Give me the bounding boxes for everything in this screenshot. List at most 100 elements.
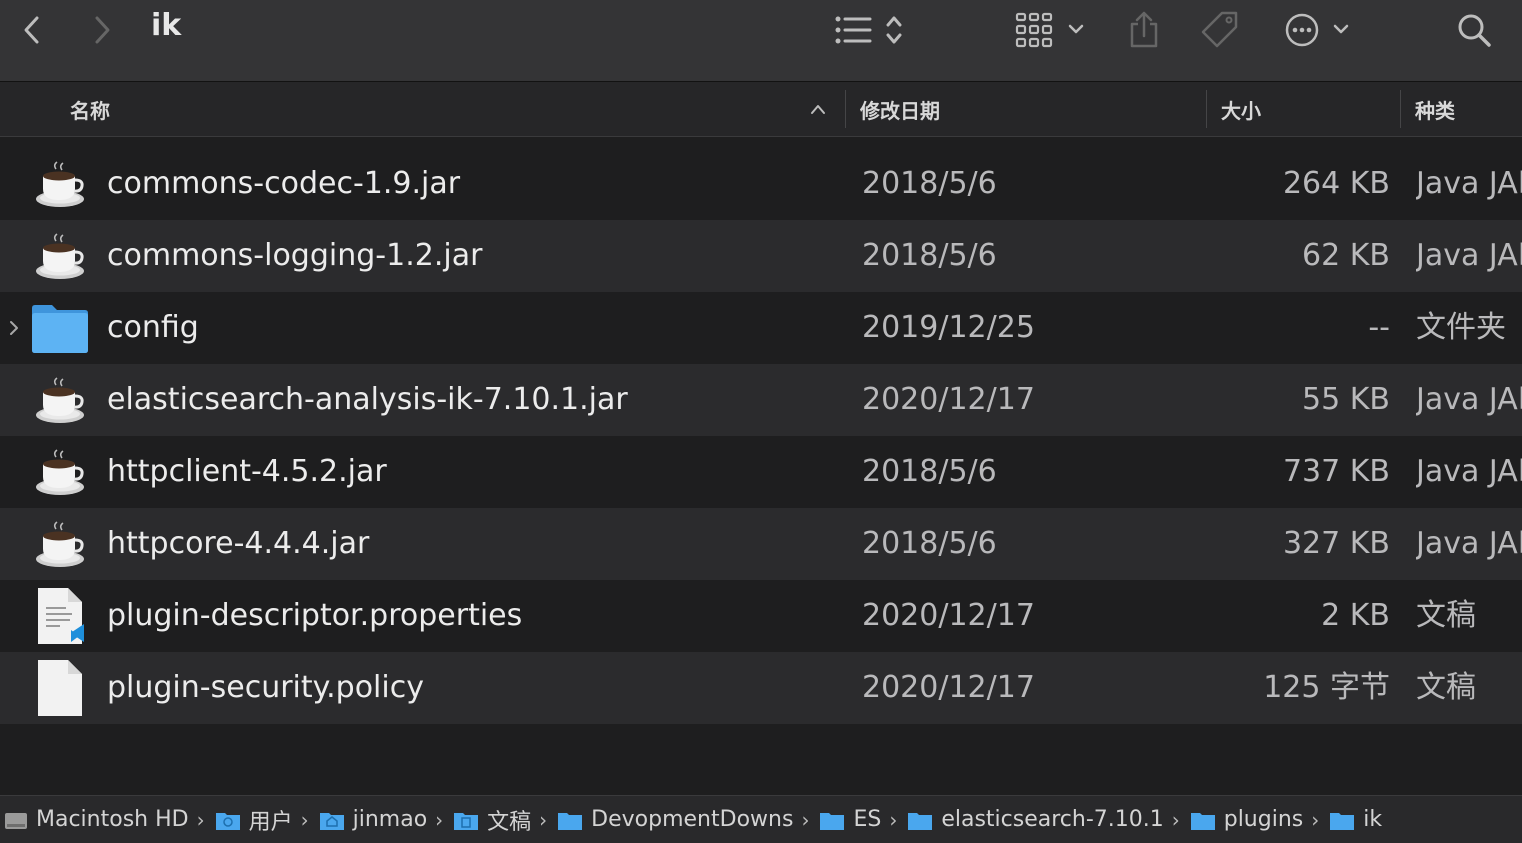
file-name[interactable]: commons-logging-1.2.jar: [107, 220, 482, 292]
search-icon: [1458, 14, 1491, 47]
tag-button[interactable]: [1198, 0, 1242, 60]
file-kind: Java JAR: [1416, 526, 1522, 561]
file-kind: 文件夹: [1416, 310, 1506, 345]
file-row[interactable]: httpcore-4.4.4.jar 2018/5/6 327 KB Java …: [0, 508, 1522, 580]
file-size: 327 KB: [1282, 526, 1390, 561]
chevron-right-icon: [95, 16, 110, 44]
blank-document-icon: [38, 660, 82, 716]
path-label: Macintosh HD: [36, 807, 189, 832]
path-item[interactable]: plugins ›: [1190, 807, 1330, 832]
properties-file-icon: [38, 588, 84, 644]
file-date: 2020/12/17: [862, 382, 1035, 417]
file-row[interactable]: plugin-descriptor.properties 2020/12/17 …: [0, 580, 1522, 652]
path-label: ik: [1363, 807, 1383, 832]
column-name[interactable]: 名称: [70, 82, 110, 136]
more-actions-icon: [1285, 13, 1349, 47]
search-button[interactable]: [1454, 0, 1494, 60]
column-divider[interactable]: [1206, 90, 1207, 128]
users-folder-icon: [215, 812, 240, 830]
column-size[interactable]: 大小: [1221, 82, 1261, 136]
list-view-icon: [835, 16, 902, 44]
path-item[interactable]: ES ›: [819, 807, 907, 832]
file-name[interactable]: plugin-security.policy: [107, 652, 424, 724]
column-divider[interactable]: [1400, 90, 1401, 128]
file-row[interactable]: config 2019/12/25 -- 文件夹: [0, 292, 1522, 364]
file-row[interactable]: commons-logging-1.2.jar 2018/5/6 62 KB J…: [0, 220, 1522, 292]
group-button[interactable]: [1012, 0, 1088, 60]
sort-ascending-icon: [811, 105, 825, 114]
file-row[interactable]: httpclient-4.5.2.jar 2018/5/6 737 KB Jav…: [0, 436, 1522, 508]
grid-group-icon: [1015, 12, 1084, 48]
column-divider[interactable]: [845, 90, 846, 128]
folder-icon: [908, 812, 933, 830]
share-button[interactable]: [1124, 0, 1164, 60]
file-row[interactable]: commons-codec-1.9.jar 2018/5/6 264 KB Ja…: [0, 148, 1522, 220]
share-icon: [1130, 11, 1158, 48]
java-jar-icon: [36, 233, 84, 279]
tag-icon: [1201, 11, 1238, 48]
file-size: 55 KB: [1302, 382, 1390, 417]
disclosure-triangle-icon[interactable]: [6, 316, 22, 340]
path-item[interactable]: 文稿 ›: [453, 804, 557, 836]
file-size: --: [1368, 310, 1390, 345]
forward-button[interactable]: [84, 0, 120, 60]
file-size: 737 KB: [1282, 454, 1390, 489]
path-item[interactable]: jinmao ›: [319, 807, 454, 832]
column-header: 名称 修改日期 大小 种类: [0, 82, 1522, 137]
file-size: 125 字节: [1263, 670, 1390, 705]
file-name[interactable]: config: [107, 292, 199, 364]
java-jar-icon: [36, 161, 84, 207]
window-title: ik: [151, 8, 182, 43]
path-label: ES: [853, 807, 882, 832]
home-folder-icon: [319, 812, 344, 830]
file-date: 2018/5/6: [862, 166, 997, 201]
path-item[interactable]: elasticsearch-7.10.1 ›: [907, 807, 1189, 832]
file-name[interactable]: elasticsearch-analysis-ik-7.10.1.jar: [107, 364, 628, 436]
java-jar-icon: [36, 521, 84, 567]
file-row[interactable]: plugin-security.policy 2020/12/17 125 字节…: [0, 652, 1522, 724]
path-item[interactable]: ik: [1329, 807, 1382, 832]
path-label: 文稿: [487, 809, 532, 835]
file-date: 2020/12/17: [862, 670, 1035, 705]
file-date: 2018/5/6: [862, 526, 997, 561]
file-name[interactable]: httpcore-4.4.4.jar: [107, 508, 369, 580]
java-jar-icon: [36, 449, 84, 495]
action-button[interactable]: [1282, 0, 1358, 60]
file-kind: Java JAR: [1416, 166, 1522, 201]
toolbar: ik: [0, 0, 1522, 82]
path-item[interactable]: Macintosh HD ›: [4, 807, 215, 832]
file-name[interactable]: commons-codec-1.9.jar: [107, 148, 460, 220]
file-kind: 文稿: [1416, 670, 1476, 705]
file-row[interactable]: elasticsearch-analysis-ik-7.10.1.jar 202…: [0, 364, 1522, 436]
file-size: 2 KB: [1321, 598, 1390, 633]
path-item[interactable]: 用户 ›: [215, 804, 319, 836]
hard-drive-icon: [5, 812, 27, 829]
folder-icon: [820, 812, 845, 830]
file-date: 2020/12/17: [862, 598, 1035, 633]
folder-icon: [32, 305, 88, 353]
file-kind: Java JAR: [1416, 238, 1522, 273]
path-label: plugins: [1223, 807, 1304, 832]
back-button[interactable]: [14, 0, 50, 60]
file-kind: Java JAR: [1416, 454, 1522, 489]
path-label: 用户: [248, 809, 293, 835]
path-label: elasticsearch-7.10.1: [941, 807, 1164, 832]
file-date: 2019/12/25: [862, 310, 1035, 345]
file-date: 2018/5/6: [862, 238, 997, 273]
view-options-button[interactable]: [832, 0, 912, 60]
documents-folder-icon: [454, 812, 479, 830]
path-item[interactable]: DevopmentDowns ›: [557, 807, 819, 832]
file-size: 264 KB: [1282, 166, 1390, 201]
file-kind: 文稿: [1416, 598, 1476, 633]
column-kind[interactable]: 种类: [1415, 82, 1455, 136]
file-list: commons-codec-1.9.jar 2018/5/6 264 KB Ja…: [0, 148, 1522, 724]
folder-icon: [1190, 812, 1215, 830]
path-bar: Macintosh HD › 用户 › jinmao › 文稿 › DevopmentD…: [0, 795, 1522, 843]
file-name[interactable]: plugin-descriptor.properties: [107, 580, 522, 652]
file-date: 2018/5/6: [862, 454, 997, 489]
file-kind: Java JAR: [1416, 382, 1522, 417]
file-name[interactable]: httpclient-4.5.2.jar: [107, 436, 387, 508]
column-date[interactable]: 修改日期: [860, 82, 940, 136]
folder-icon: [558, 812, 583, 830]
path-label: DevopmentDowns: [591, 807, 794, 832]
